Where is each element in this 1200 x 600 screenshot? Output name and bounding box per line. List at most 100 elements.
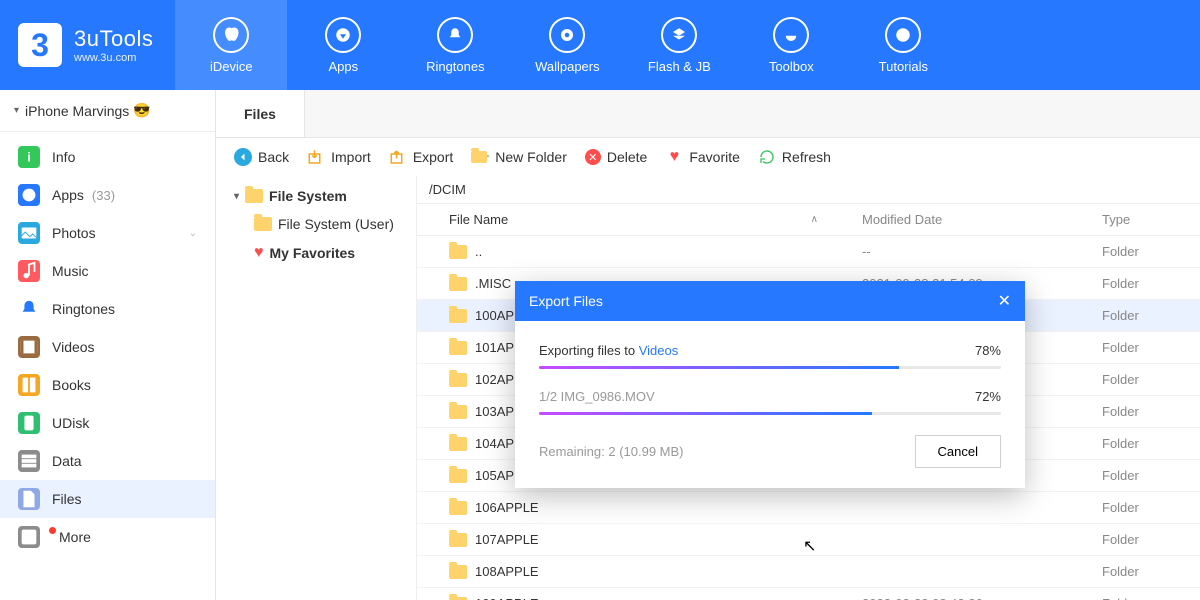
overall-progress-row: Exporting files to Videos 78%: [539, 343, 1001, 358]
table-row[interactable]: 106APPLE Folder: [417, 492, 1200, 524]
music-icon: [18, 260, 40, 282]
sidebar-item-more[interactable]: More: [0, 518, 215, 556]
sidebar-label: Videos: [52, 339, 95, 355]
sidebar-item-ringtones[interactable]: Ringtones: [0, 290, 215, 328]
favorite-button[interactable]: ♥ Favorite: [665, 148, 740, 166]
col-name[interactable]: File Name ∧: [417, 204, 850, 235]
nav-flash-jb[interactable]: Flash & JB: [623, 0, 735, 90]
logo-icon: 3: [18, 23, 62, 67]
files-icon: [18, 488, 40, 510]
sidebar-label: Music: [52, 263, 89, 279]
cancel-button[interactable]: Cancel: [915, 435, 1001, 468]
logo-area: 3 3uTools www.3u.com: [0, 0, 175, 90]
nav-wallpapers[interactable]: Wallpapers: [511, 0, 623, 90]
sidebar-label: Photos: [52, 225, 96, 241]
sidebar-label: Info: [52, 149, 75, 165]
body: ▾ iPhone Marvings 😎 i Info Apps(33)Photos⌄…: [0, 90, 1200, 600]
device-selector[interactable]: ▾ iPhone Marvings 😎: [0, 90, 215, 132]
folder-icon: [254, 217, 272, 231]
content-split: ▾ File System File System (User) ♥ My Fa…: [216, 176, 1200, 600]
sidebar-item-files[interactable]: Files: [0, 480, 215, 518]
folder-icon: [449, 597, 467, 600]
apps-icon: [18, 184, 40, 206]
nav-icon: [661, 17, 697, 53]
table-row[interactable]: 108APPLEFolder: [417, 556, 1200, 588]
main: Files Back Import Export: [216, 90, 1200, 600]
nav-icon: [213, 17, 249, 53]
nav-idevice[interactable]: iDevice: [175, 0, 287, 90]
sidebar-item-music[interactable]: Music: [0, 252, 215, 290]
file-modified: 2022-02-28 08:42:26: [850, 588, 1090, 600]
file-type: Folder: [1090, 428, 1200, 459]
dest-link[interactable]: Videos: [639, 343, 679, 358]
close-icon[interactable]: ✕: [998, 291, 1011, 311]
sidebar-item-udisk[interactable]: UDisk: [0, 404, 215, 442]
file-tree: ▾ File System File System (User) ♥ My Fa…: [216, 176, 416, 600]
file-type: Folder: [1090, 236, 1200, 267]
tree-user[interactable]: File System (User): [230, 210, 416, 238]
folder-icon: [449, 373, 467, 387]
sidebar-label: UDisk: [52, 415, 89, 431]
folder-icon: [449, 277, 467, 291]
sidebar-item-data[interactable]: Data: [0, 442, 215, 480]
file-panel: /DCIM File Name ∧ Modified Date Type .. -…: [416, 176, 1200, 600]
tab-files[interactable]: Files: [216, 90, 305, 137]
app-header: 3 3uTools www.3u.com iDeviceAppsRingtone…: [0, 0, 1200, 90]
refresh-icon: [758, 148, 776, 166]
file-type: Folder: [1090, 492, 1200, 523]
table-row[interactable]: 109APPLE2022-02-28 08:42:26Folder: [417, 588, 1200, 600]
tree-root[interactable]: ▾ File System: [230, 182, 416, 210]
nav-apps[interactable]: Apps: [287, 0, 399, 90]
folder-icon: [449, 501, 467, 515]
sidebar-item-apps[interactable]: Apps(33): [0, 176, 215, 214]
sidebar-item-photos[interactable]: Photos⌄: [0, 214, 215, 252]
bell-icon: [18, 298, 40, 320]
nav-ringtones[interactable]: Ringtones: [399, 0, 511, 90]
file-name: .MISC: [475, 276, 511, 291]
file-name: 107APPLE: [475, 532, 539, 547]
sidebar-item-videos[interactable]: Videos: [0, 328, 215, 366]
sidebar-item-books[interactable]: Books: [0, 366, 215, 404]
export-button[interactable]: Export: [389, 148, 453, 166]
nav-tutorials[interactable]: iTutorials: [847, 0, 959, 90]
sidebar-item-info[interactable]: i Info: [0, 138, 215, 176]
file-modified: --: [850, 236, 1090, 267]
nav-toolbox[interactable]: Toolbox: [735, 0, 847, 90]
heart-icon: ♥: [254, 244, 264, 262]
nav-icon: [549, 17, 585, 53]
import-button[interactable]: Import: [307, 148, 371, 166]
svg-text:i: i: [27, 150, 31, 165]
app-title: 3uTools: [74, 26, 153, 52]
tree-favorites[interactable]: ♥ My Favorites: [230, 238, 416, 268]
modal-body: Exporting files to Videos 78% 1/2 IMG_09…: [515, 321, 1025, 488]
sidebar: ▾ iPhone Marvings 😎 i Info Apps(33)Photos⌄…: [0, 90, 216, 600]
path-breadcrumb[interactable]: /DCIM: [417, 176, 1200, 203]
refresh-button[interactable]: Refresh: [758, 148, 831, 166]
data-icon: [18, 450, 40, 472]
col-modified[interactable]: Modified Date: [850, 204, 1090, 235]
app-subtitle: www.3u.com: [74, 52, 153, 64]
remaining-text: Remaining: 2 (10.99 MB): [539, 444, 684, 459]
export-icon: [389, 148, 407, 166]
file-progress-bar: [539, 412, 1001, 415]
modal-footer: Remaining: 2 (10.99 MB) Cancel: [539, 435, 1001, 468]
table-row[interactable]: .. --Folder: [417, 236, 1200, 268]
folder-icon: [449, 437, 467, 451]
col-type[interactable]: Type: [1090, 204, 1200, 235]
device-emoji: 😎: [133, 102, 150, 119]
file-type: Folder: [1090, 556, 1200, 587]
file-name: ..: [475, 244, 482, 259]
file-name: 106APPLE: [475, 500, 539, 515]
delete-button[interactable]: ✕ Delete: [585, 149, 647, 165]
file-type: Folder: [1090, 588, 1200, 600]
file-type: Folder: [1090, 268, 1200, 299]
sort-asc-icon: ∧: [811, 214, 818, 225]
back-button[interactable]: Back: [234, 148, 289, 166]
heart-icon: ♥: [665, 148, 683, 166]
folder-icon: [449, 245, 467, 259]
overall-percent: 78%: [975, 343, 1001, 358]
current-file: 1/2 IMG_0986.MOV: [539, 389, 655, 404]
folder-icon: [245, 189, 263, 203]
new-folder-button[interactable]: + New Folder: [471, 148, 567, 166]
sidebar-label: Data: [52, 453, 82, 469]
